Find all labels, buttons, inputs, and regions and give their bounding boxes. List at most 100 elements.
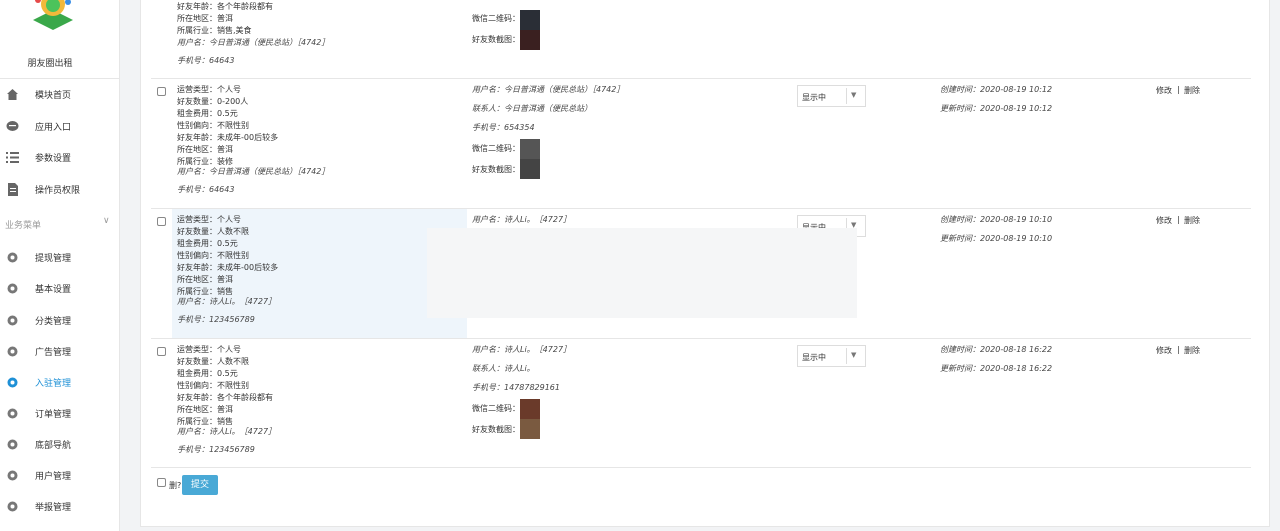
sidebar-item-withdraw[interactable]: 提现管理	[0, 242, 119, 272]
info-line: 租金费用：0.5元	[177, 109, 238, 118]
contact: 联系人：今日普洱通（便民总站）	[472, 104, 592, 113]
phone: 手机号：123456789	[177, 315, 255, 324]
sidebar-item-label: 提现管理	[35, 253, 72, 264]
table-row: 运营类型：个人号 好友数量：0-200人 租金费用：0.5元 性别偏向：不限性别…	[151, 79, 1251, 209]
sidebar-item-label: 订单管理	[35, 409, 72, 420]
submit-button[interactable]: 提交	[182, 475, 218, 495]
info-line: 租金费用：0.5元	[177, 239, 238, 248]
info-line: 好友数量：人数不限	[177, 357, 249, 366]
info-line: 好友年龄：未成年-00后较多	[177, 263, 279, 272]
sidebar-item-home[interactable]: 模块首页	[0, 79, 119, 109]
qr-image[interactable]	[520, 10, 540, 30]
info-line: 所属行业：销售	[177, 287, 233, 296]
info-line: 运营类型：个人号	[177, 345, 241, 354]
row-checkbox[interactable]	[157, 347, 166, 356]
row-checkbox[interactable]	[157, 217, 166, 226]
qr-image[interactable]	[520, 399, 540, 419]
sidebar-item-label: 基本设置	[35, 284, 72, 295]
qr-image[interactable]	[520, 139, 540, 159]
screenshot-label: 好友数截图：	[472, 425, 520, 434]
status-value: 显示中	[802, 93, 826, 102]
screenshot-label: 好友数截图：	[472, 35, 520, 44]
username: 用户名：今日普洱通（便民总站）［4742］	[177, 167, 330, 176]
sidebar-item-label: 应用入口	[35, 122, 72, 133]
info-line: 所属行业：装修	[177, 157, 233, 166]
info-line: 好友年龄：未成年-00后较多	[177, 133, 279, 142]
info-line: 所在地区：普洱	[177, 405, 233, 414]
updated-time: 更新时间：2020-08-19 10:10	[940, 234, 1053, 243]
username: 用户名：诗人Li。［4727］	[177, 427, 277, 436]
info-line: 所在地区：普洱	[177, 275, 233, 284]
sidebar-item-entry-mgmt[interactable]: 入驻管理	[0, 367, 119, 397]
info-line: 好友数量：人数不限	[177, 227, 249, 236]
info-line: 租金费用：0.5元	[177, 369, 238, 378]
username: 用户名：诗人Li。［4727］	[472, 215, 572, 224]
info-line: 所在地区：普洱	[177, 14, 233, 23]
sidebar-item-app-entry[interactable]: 应用入口	[0, 111, 119, 141]
qr-label: 微信二维码：	[472, 14, 520, 23]
delete-label: 删?	[169, 481, 182, 490]
sidebar-item-ads[interactable]: 广告管理	[0, 336, 119, 366]
sidebar-item-category[interactable]: 分类管理	[0, 305, 119, 335]
divider	[846, 88, 847, 104]
edit-link[interactable]: 修改	[1156, 85, 1172, 96]
delete-link[interactable]: 删除	[1184, 345, 1200, 356]
phone: 手机号：123456789	[177, 445, 255, 454]
divider	[846, 348, 847, 364]
sidebar-item-orders[interactable]: 订单管理	[0, 398, 119, 428]
edit-link[interactable]: 修改	[1156, 345, 1172, 356]
delete-link[interactable]: 删除	[1184, 215, 1200, 226]
gear-icon	[5, 250, 19, 264]
chevron-down-icon[interactable]: ∨	[103, 216, 110, 226]
chevron-down-icon: ▼	[851, 351, 857, 359]
gear-icon	[5, 375, 19, 389]
contact: 联系人：诗人Li。	[472, 364, 535, 373]
separator: |	[1177, 85, 1180, 94]
info-line: 运营类型：个人号	[177, 85, 241, 94]
info-line: 所属行业：销售	[177, 417, 233, 426]
created-time: 创建时间：2020-08-19 10:10	[940, 215, 1053, 224]
delete-link[interactable]: 删除	[1184, 85, 1200, 96]
info-line: 好友年龄：各个年龄段都有	[177, 2, 273, 11]
list-icon	[5, 150, 19, 164]
info-line: 好友年龄：各个年龄段都有	[177, 393, 273, 402]
sidebar-item-label: 参数设置	[35, 153, 72, 164]
select-all-checkbox[interactable]	[157, 478, 166, 487]
gear-icon	[5, 406, 19, 420]
edit-link[interactable]: 修改	[1156, 215, 1172, 226]
screenshot-image[interactable]	[520, 419, 540, 439]
row-checkbox[interactable]	[157, 87, 166, 96]
info-line: 性别偏向：不限性别	[177, 251, 249, 260]
sidebar-item-bottom-nav[interactable]: 底部导航	[0, 429, 119, 459]
separator: |	[1177, 215, 1180, 224]
app-logo	[28, 0, 78, 40]
sidebar-item-label: 入驻管理	[35, 378, 72, 389]
sidebar-item-params[interactable]: 参数设置	[0, 142, 119, 172]
mobile: 手机号：14787829161	[472, 383, 560, 392]
screenshot-image[interactable]	[520, 159, 540, 179]
sidebar-item-users[interactable]: 用户管理	[0, 460, 119, 490]
created-time: 创建时间：2020-08-19 10:12	[940, 85, 1053, 94]
updated-time: 更新时间：2020-08-19 10:12	[940, 104, 1053, 113]
qr-label: 微信二维码：	[472, 144, 520, 153]
phone: 手机号：64643	[177, 56, 235, 65]
sidebar-item-reports[interactable]: 举报管理	[0, 491, 119, 521]
mobile: 手机号：654354	[472, 123, 535, 132]
gear-icon	[5, 281, 19, 295]
sidebar-item-operator[interactable]: 操作员权限	[0, 174, 119, 204]
sidebar-item-basic[interactable]: 基本设置	[0, 273, 119, 303]
section-title: 业务菜单	[5, 221, 42, 231]
created-time: 创建时间：2020-08-18 16:22	[940, 345, 1053, 354]
status-value: 显示中	[802, 353, 826, 362]
status-select[interactable]: 显示中 ▼	[797, 85, 866, 107]
info-line: 好友数量：0-200人	[177, 97, 249, 106]
table-row: 好友年龄：各个年龄段都有 所在地区：普洱 所属行业：销售,美食 用户名：今日普洱…	[151, 0, 1251, 79]
info-line: 运营类型：个人号	[177, 215, 241, 224]
sidebar-item-label: 举报管理	[35, 502, 72, 513]
table-row: 运营类型：个人号 好友数量：人数不限 租金费用：0.5元 性别偏向：不限性别 好…	[151, 339, 1251, 468]
screenshot-image[interactable]	[520, 30, 540, 50]
status-select[interactable]: 显示中 ▼	[797, 345, 866, 367]
gear-icon	[5, 313, 19, 327]
sidebar: 朋友圈出租 模块首页 应用入口 参数设置 操作员权限 业务菜单 ∨ 提现管理 基…	[0, 0, 120, 531]
gear-icon	[5, 344, 19, 358]
